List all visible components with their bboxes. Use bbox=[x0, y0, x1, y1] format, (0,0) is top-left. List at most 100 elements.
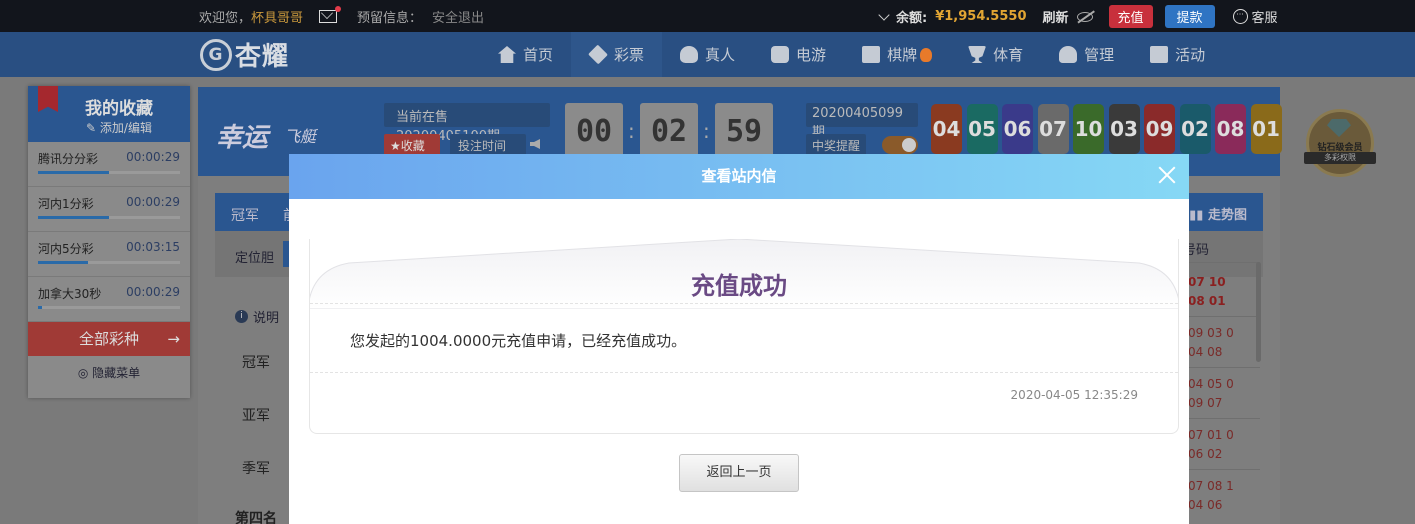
top-bar: 欢迎您， 杯具哥哥 预留信息： 安全退出 余额: ¥1,954.5550 刷新 … bbox=[0, 0, 1415, 32]
trend-chart-link[interactable]: ▮▮ 走势图 bbox=[1189, 204, 1247, 223]
modal-title: 查看站内信 bbox=[701, 167, 777, 185]
nav-label: 彩票 bbox=[614, 46, 645, 64]
history-numbers: 08 01 bbox=[1188, 294, 1226, 308]
rank-label: 冠军 bbox=[242, 355, 270, 371]
game-subtitle: 飞艇 bbox=[284, 127, 317, 146]
progress-fill bbox=[38, 306, 43, 309]
tab-champion[interactable]: 冠军 bbox=[231, 205, 259, 225]
favorites-edit-link[interactable]: ✎ 添加/编辑 bbox=[28, 119, 190, 136]
speaker-icon[interactable] bbox=[530, 139, 540, 149]
progress-fill bbox=[38, 261, 88, 264]
balance-label: 余额: bbox=[896, 11, 928, 26]
nav-label: 管理 bbox=[1084, 46, 1115, 64]
history-numbers: 06 02 bbox=[1188, 447, 1223, 461]
countdown-colon: : bbox=[628, 119, 635, 143]
recharge-button[interactable]: 充值 bbox=[1108, 5, 1153, 28]
history-numbers: 07 10 bbox=[1188, 275, 1226, 289]
result-ball: 05 bbox=[966, 104, 998, 154]
message-title: 充值成功 bbox=[691, 272, 787, 300]
username-link[interactable]: 杯具哥哥 bbox=[251, 7, 303, 26]
current-issue: 当前在售20200405100期 bbox=[384, 103, 550, 144]
vip-badge[interactable]: 钻石级会员 多彩权限 bbox=[1302, 109, 1378, 177]
withdraw-button[interactable]: 提款 bbox=[1164, 5, 1215, 28]
nav-item-sports[interactable]: 体育 bbox=[950, 32, 1041, 77]
modal-header: 查看站内信 bbox=[289, 154, 1189, 199]
all-games-button[interactable]: 全部彩种 → bbox=[28, 322, 190, 356]
logout-link[interactable]: 安全退出 bbox=[432, 7, 484, 26]
all-games-label: 全部彩种 bbox=[78, 330, 139, 348]
progress-bar bbox=[38, 261, 180, 264]
filter-label[interactable]: 定位胆 bbox=[235, 247, 274, 266]
favorite-countdown: 00:03:15 bbox=[126, 240, 180, 254]
nav-item-live[interactable]: 真人 bbox=[662, 32, 753, 77]
nav-item-cards[interactable]: 棋牌 bbox=[844, 32, 950, 77]
refresh-link[interactable]: 刷新 bbox=[1043, 7, 1069, 26]
favorite-item[interactable]: 加拿大30秒 00:00:29 bbox=[28, 277, 190, 322]
message-modal: 查看站内信 充值成功 您发起的1004.0000元充值申请，已经充值成功。 20… bbox=[289, 154, 1189, 524]
welcome-text: 欢迎您， bbox=[199, 11, 252, 26]
progress-fill bbox=[38, 171, 109, 174]
customer-service-link[interactable]: ··· 客服 bbox=[1232, 7, 1278, 26]
progress-bar bbox=[38, 306, 180, 309]
progress-bar bbox=[38, 171, 180, 174]
hide-menu-label: 隐藏菜单 bbox=[92, 366, 141, 380]
history-numbers: 04 06 bbox=[1188, 498, 1223, 512]
customer-service-label: 客服 bbox=[1251, 11, 1278, 26]
nav-label: 棋牌 bbox=[887, 46, 918, 64]
last-issue: 20200405099期 bbox=[806, 103, 918, 140]
site-logo[interactable]: G 杏耀 bbox=[200, 36, 289, 73]
countdown-minutes: 02 bbox=[640, 103, 698, 161]
nav-label: 首页 bbox=[523, 46, 554, 64]
nav-item-lottery[interactable]: 彩票 bbox=[571, 32, 663, 77]
favorite-item[interactable]: 河内5分彩 00:03:15 bbox=[28, 232, 190, 277]
rank-label: 第四名 bbox=[235, 511, 277, 524]
nav-label: 真人 bbox=[705, 46, 736, 64]
favorite-name: 河内5分彩 bbox=[38, 242, 94, 256]
nav-label: 体育 bbox=[993, 46, 1024, 64]
favorite-name: 加拿大30秒 bbox=[38, 287, 102, 301]
chevron-down-icon[interactable] bbox=[878, 8, 890, 21]
result-ball: 01 bbox=[1250, 104, 1282, 154]
explain-link[interactable]: i 说明 bbox=[235, 307, 279, 326]
countdown-hours: 00 bbox=[565, 103, 623, 161]
result-ball: 04 bbox=[931, 104, 962, 154]
nav-label: 活动 bbox=[1175, 46, 1206, 64]
favorite-countdown: 00:00:29 bbox=[126, 285, 180, 299]
history-scrollbar[interactable] bbox=[1256, 262, 1261, 362]
nav-item-slots[interactable]: 电游 bbox=[753, 32, 844, 77]
result-ball: 06 bbox=[1002, 104, 1033, 154]
favorite-countdown: 00:00:29 bbox=[126, 150, 180, 164]
nav-item-manage[interactable]: 管理 bbox=[1041, 32, 1132, 77]
favorite-countdown: 00:00:29 bbox=[126, 195, 180, 209]
hide-menu-button[interactable]: ◎ 隐藏菜单 bbox=[28, 356, 190, 390]
game-machine-icon bbox=[771, 46, 790, 63]
history-divider bbox=[1178, 262, 1260, 263]
eye-slash-icon: ◎ bbox=[77, 366, 89, 380]
history-row: 09 03 0 04 08 bbox=[1188, 324, 1234, 362]
progress-bar bbox=[38, 216, 180, 219]
favorite-item[interactable]: 河内1分彩 00:00:29 bbox=[28, 187, 190, 232]
nav-item-events[interactable]: 活动 bbox=[1132, 32, 1223, 77]
badge-ribbon: 多彩权限 bbox=[1304, 152, 1376, 164]
history-row: 07 10 08 01 bbox=[1188, 273, 1226, 311]
nav-item-home[interactable]: 首页 bbox=[480, 32, 571, 77]
add-favorite-button[interactable]: ★收藏 bbox=[384, 134, 440, 156]
history-divider bbox=[1178, 367, 1260, 368]
back-button[interactable]: 返回上一页 bbox=[679, 454, 799, 492]
home-icon bbox=[498, 46, 516, 63]
win-remind-toggle[interactable] bbox=[882, 136, 918, 154]
trend-label: 走势图 bbox=[1207, 208, 1247, 223]
rank-label: 季军 bbox=[242, 461, 270, 477]
hide-balance-icon[interactable] bbox=[1076, 11, 1093, 22]
result-ball: 02 bbox=[1179, 104, 1211, 154]
result-ball: 10 bbox=[1073, 104, 1104, 154]
history-divider bbox=[1178, 316, 1260, 317]
reserve-info-label[interactable]: 预留信息： bbox=[357, 7, 422, 26]
result-ball: 09 bbox=[1144, 104, 1175, 154]
history-row: 07 01 0 06 02 bbox=[1188, 426, 1234, 464]
favorite-item[interactable]: 腾讯分分彩 00:00:29 bbox=[28, 142, 190, 187]
result-ball: 03 bbox=[1108, 104, 1140, 154]
bet-time-button[interactable]: 投注时间 bbox=[450, 134, 526, 156]
close-icon[interactable] bbox=[1157, 165, 1177, 185]
mail-icon[interactable] bbox=[319, 6, 342, 23]
